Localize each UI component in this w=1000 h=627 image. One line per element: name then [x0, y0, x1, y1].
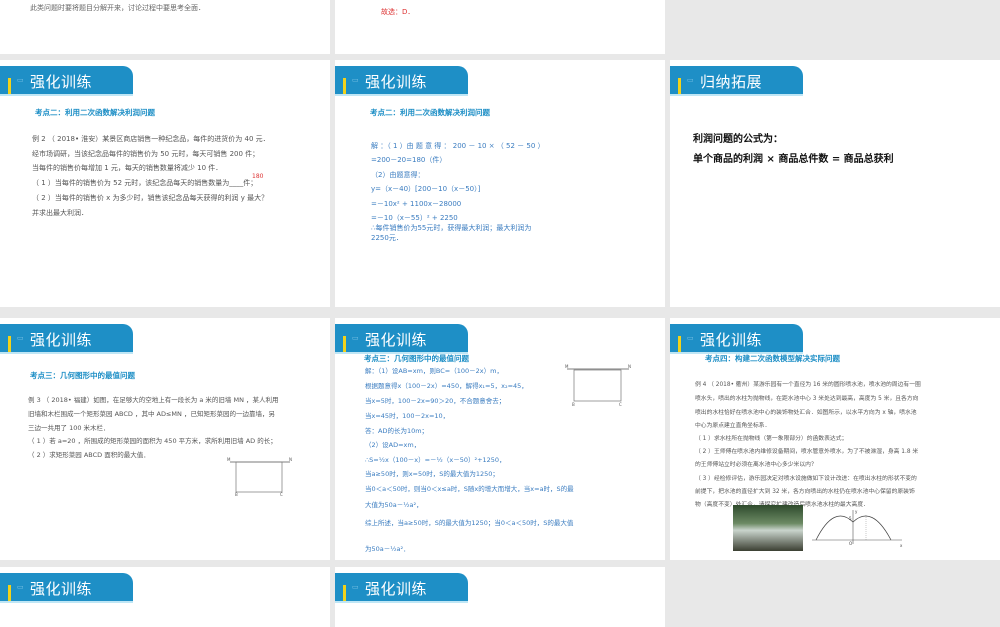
book-icon: ▭: [17, 76, 24, 84]
slide-thumbnail[interactable]: ▭ 强化训练: [0, 567, 330, 627]
slide-text: 解 ：（ 1 ）由 题 意 得 ： 200 － 10 × （ 52 － 50 ）: [371, 142, 545, 150]
slide-text: =－10（x－55）² + 2250: [371, 214, 458, 222]
book-icon: ▭: [687, 334, 694, 342]
svg-text:x: x: [900, 543, 903, 548]
slide-text: 并求出最大利润．: [32, 209, 88, 217]
slide-text: （ 1 ）求水柱所在抛物线（第一象限部分）的函数表达式；: [695, 436, 848, 442]
svg-text:O: O: [849, 541, 852, 546]
slide-subtitle: 考点三：几何图形中的最值问题: [30, 371, 135, 380]
slide-text: （ 2 ）当每件的销售价 x 为多少时，销售该纪念品每天获得的利润 y 最大？: [32, 194, 269, 202]
slide-subtitle: 考点二：利用二次函数解决利润问题: [35, 108, 155, 117]
slide-text: 根据题意得x（100－2x）=450，解得x₁=5，x₂=45，: [365, 382, 528, 390]
svg-text:B: B: [235, 492, 238, 497]
svg-text:N: N: [289, 457, 292, 462]
slide-text: （ 1 ）若 a=20 ，所围成的矩形菜园的面积为 450 平方米，求所利用旧墙…: [28, 437, 277, 445]
book-icon: ▭: [352, 334, 359, 342]
slide-text: ∴每件销售价为55元时，获得最大利润；最大利润为: [371, 224, 532, 232]
slide-text: 故选：D．: [381, 8, 415, 16]
slide-text: 此类问题时要将题目分解开来，讨论过程中要思考全面．: [30, 4, 205, 12]
section-header: ▭ 强化训练: [0, 66, 133, 96]
slide-thumbnail[interactable]: ▭ 强化训练 考点二：利用二次函数解决利润问题 解 ：（ 1 ）由 题 意 得 ：…: [335, 60, 665, 307]
section-header: ▭ 强化训练: [335, 66, 468, 96]
slide-text: 大值为50a－½a²，: [365, 501, 423, 509]
section-header: ▭ 强化训练: [0, 324, 133, 354]
slide-text: =－10x² + 1100x－28000: [371, 200, 462, 208]
section-header: ▭ 强化训练: [335, 324, 468, 354]
slide-thumbnail[interactable]: ▭ 强化训练 考点三：几何图形中的最值问题 例 3 （ 2018• 福建）如图，在…: [0, 318, 330, 560]
slide-subtitle: 考点二：利用二次函数解决利润问题: [370, 108, 490, 117]
slide-text: 的王师傅站立时必须在离水池中心多少米以内？: [695, 462, 817, 468]
formula-text: 单个商品的利润 × 商品总件数 = 商品总获利: [693, 154, 894, 165]
slide-text: （ 1 ）当每件的销售价为 52 元时，该纪念品每天的销售数量为____件；: [32, 179, 258, 187]
slide-text: =200－20=180（件）: [371, 156, 447, 164]
rectangle-figure: M N B C: [565, 364, 631, 407]
parabola-graph: y x O 5: [812, 509, 903, 548]
slide-text: （ 2 ）王师傅在喷水池内维修设备期间，喷水管意外喷水，为了不被淋湿，身高 1.…: [695, 449, 919, 455]
slide-text: 三边一共用了 100 米木栏．: [28, 424, 110, 432]
slide-text: 中心为原点建立直角坐标系．: [695, 423, 771, 429]
slide-text: 解：（1）设AB=xm，则BC=（100－2x）m，: [365, 367, 503, 375]
slide-text: 综上所述，当a≥50时，S的最大值为1250；当0＜a＜50时，S的最大值: [365, 519, 574, 527]
answer-text: 180: [252, 173, 264, 180]
slide-thumbnail[interactable]: 此类问题时要将题目分解开来，讨论过程中要思考全面．: [0, 0, 330, 54]
slide-text: ∴S=½x（100－x）=－½（x－50）²+1250，: [365, 456, 506, 464]
slide-thumbnail[interactable]: — 故选：D．: [335, 0, 665, 54]
slide-text: （ 3 ）经检修评估，游乐园决定对喷水设施做如下设计改进：在喷出水柱的形状不变的: [695, 476, 917, 482]
slide-text: 当x=45时，100－2x=10，: [365, 412, 450, 420]
section-header: ▭ 归纳拓展: [670, 66, 803, 96]
fountain-photo: [733, 505, 803, 551]
book-icon: ▭: [17, 583, 24, 591]
slide-thumbnail[interactable]: ▭ 强化训练 考点三：几何图形中的最值问题 解：（1）设AB=xm，则BC=（10…: [335, 318, 665, 560]
slide-thumbnail[interactable]: ▭ 强化训练 考点二：利用二次函数解决利润问题 例 2 （ 2018• 淮安）某景…: [0, 60, 330, 307]
section-header: ▭ 强化训练: [335, 573, 468, 603]
book-icon: ▭: [17, 334, 24, 342]
slide-subtitle: 考点四：构建二次函数模型解决实际问题: [705, 354, 840, 363]
slide-text: 例 3 （ 2018• 福建）如图，在足够大的空地上有一段长为 a 米的旧墙 M…: [28, 396, 279, 404]
slide-text: （ 2 ）求矩形菜园 ABCD 面积的最大值．: [28, 451, 150, 459]
slide-text: 例 4 （ 2018• 衢州）某游乐园有一个直径为 16 米的圆形喷水池，喷水池…: [695, 382, 921, 388]
section-header: ▭ 强化训练: [0, 573, 133, 603]
slide-text: 喷出的水柱恰好在喷水池中心的装饰物处汇合．如图所示，以水平方向为 x 轴，喷水池: [695, 410, 917, 416]
slide-text: 前提下，把水池的直径扩大到 32 米，各方向喷出的水柱仍在喷水池中心保留的原装饰: [695, 489, 915, 495]
slide-text: y=（x－40）[200－10（x－50）]: [371, 185, 481, 193]
slide-text: 当a≥50时，则x=50时，S的最大值为1250；: [365, 470, 499, 478]
slide-thumbnail[interactable]: ▭ 强化训练: [335, 567, 665, 627]
formula-title: 利润问题的公式为：: [693, 134, 783, 145]
section-header: ▭ 强化训练: [670, 324, 803, 354]
slide-text: 经市场调研，当该纪念品每件的销售价为 50 元时，每天可销售 200 件；: [32, 150, 260, 158]
book-icon: ▭: [352, 583, 359, 591]
slide-text: （2）由题意得：: [371, 171, 425, 179]
book-icon: ▭: [352, 76, 359, 84]
slide-text: 答：AD的长为10m；: [365, 427, 429, 435]
slide-text: 喷水头，喷出的水柱为抛物线，在距水池中心 3 米处达到最高，高度为 5 米，且各…: [695, 396, 919, 402]
slide-text: 例 2 （ 2018• 淮安）某景区商店销售一种纪念品，每件的进货价为 40 元…: [32, 135, 270, 143]
book-icon: ▭: [687, 76, 694, 84]
svg-text:C: C: [619, 402, 622, 407]
slide-text: 旧墙和木栏围成一个矩形菜园 ABCD ，其中 AD≤MN ，已知矩形菜园的一边靠…: [28, 410, 275, 418]
slide-text: 当0＜a＜50时，则当0＜x≤a时，S随x的增大而增大，当x=a时，S的最: [365, 485, 574, 493]
slide-subtitle: 考点三：几何图形中的最值问题: [364, 354, 469, 363]
rectangle-figure: M N B C: [227, 457, 292, 497]
svg-text:y: y: [855, 509, 858, 514]
slide-thumbnail[interactable]: ▭ 强化训练 考点四：构建二次函数模型解决实际问题 例 4 （ 2018• 衢州）…: [670, 318, 1000, 560]
slide-text: 为50a－½a²．: [365, 545, 410, 553]
slide-thumbnail[interactable]: ▭ 归纳拓展 利润问题的公式为： 单个商品的利润 × 商品总件数 = 商品总获利: [670, 60, 1000, 307]
svg-text:C: C: [280, 492, 283, 497]
slide-text: 当每件的销售价每增加 1 元，每天的销售数量将减少 10 件．: [32, 164, 223, 172]
svg-text:M: M: [227, 457, 231, 462]
svg-text:N: N: [628, 364, 631, 369]
slide-text: 当x=5时，100－2x=90＞20，不合题意舍去；: [365, 397, 506, 405]
svg-text:B: B: [572, 402, 575, 407]
slide-text: 2250元．: [371, 234, 403, 242]
slide-text: （2）设AD=xm，: [365, 441, 421, 449]
svg-text:M: M: [565, 364, 569, 369]
